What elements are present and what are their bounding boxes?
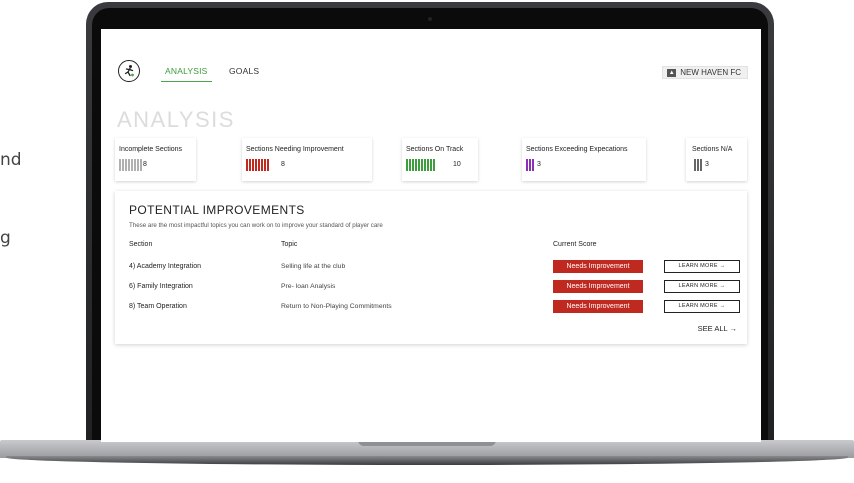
- progress-bar-segment: [694, 159, 696, 171]
- card-value: 10: [453, 161, 461, 168]
- row-topic: Return to Non-Playing Commitments: [281, 303, 392, 310]
- camera-icon: [428, 17, 432, 21]
- learn-more-button[interactable]: LEARN MORE →: [664, 300, 740, 313]
- table-row: 8) Team Operation Return to Non-Playing …: [115, 300, 747, 314]
- card-value: 3: [537, 161, 541, 168]
- page-title: ANALYSIS: [117, 107, 235, 132]
- score-badge: Needs Improvement: [553, 300, 643, 313]
- progress-bar-segment: [137, 159, 139, 171]
- potential-improvements-panel: POTENTIAL IMPROVEMENTS These are the mos…: [115, 191, 747, 344]
- card-label: Sections N/A: [692, 146, 733, 153]
- progress-bar-segment: [255, 159, 257, 171]
- score-badge: Needs Improvement: [553, 280, 643, 293]
- card-incomplete-sections[interactable]: Incomplete Sections 8: [115, 138, 196, 181]
- progress-bar-segment: [526, 159, 528, 171]
- progress-bar-segment: [264, 159, 266, 171]
- progress-bar-segment: [128, 159, 130, 171]
- laptop-base-bottom: [6, 456, 848, 465]
- column-header-current-score: Current Score: [553, 241, 597, 248]
- app-screen: ANALYSIS GOALS ▲ NEW HAVEN FC ANALYSIS I…: [101, 29, 761, 442]
- progress-bar-segment: [418, 159, 420, 171]
- progress-bars: [406, 159, 435, 171]
- score-badge: Needs Improvement: [553, 260, 643, 273]
- learn-more-button[interactable]: LEARN MORE →: [664, 280, 740, 293]
- card-sections-na[interactable]: Sections N/A 3: [686, 138, 747, 181]
- progress-bar-segment: [119, 159, 121, 171]
- card-label: Sections Needing Improvement: [246, 146, 344, 153]
- progress-bars: [526, 159, 534, 171]
- progress-bar-segment: [433, 159, 435, 171]
- progress-bar-segment: [421, 159, 423, 171]
- progress-bar-segment: [134, 159, 136, 171]
- tab-goals[interactable]: GOALS: [229, 66, 259, 76]
- progress-bar-segment: [267, 159, 269, 171]
- panel-title: POTENTIAL IMPROVEMENTS: [129, 203, 305, 217]
- progress-bar-segment: [532, 159, 534, 171]
- row-section: 6) Family Integration: [129, 283, 193, 290]
- row-section: 8) Team Operation: [129, 303, 187, 310]
- column-header-section: Section: [129, 241, 153, 248]
- progress-bar-segment: [430, 159, 432, 171]
- column-header-topic: Topic: [281, 241, 298, 248]
- see-all-link[interactable]: SEE ALL →: [698, 324, 737, 333]
- progress-bar-segment: [427, 159, 429, 171]
- club-name: NEW HAVEN FC: [680, 68, 741, 77]
- background-text-fragment: nd: [0, 150, 22, 170]
- card-label: Incomplete Sections: [119, 146, 183, 153]
- card-sections-on-track[interactable]: Sections On Track 10: [402, 138, 478, 181]
- row-topic: Selling life at the club: [281, 263, 346, 270]
- progress-bar-segment: [252, 159, 254, 171]
- progress-bar-segment: [125, 159, 127, 171]
- learn-more-button[interactable]: LEARN MORE →: [664, 260, 740, 273]
- card-label: Sections Exceeding Expecations: [526, 146, 628, 153]
- card-label: Sections On Track: [406, 146, 464, 153]
- progress-bar-segment: [529, 159, 531, 171]
- card-sections-exceeding-expectations[interactable]: Sections Exceeding Expecations 3: [522, 138, 646, 181]
- card-value: 8: [143, 161, 147, 168]
- background-text-fragment: g: [0, 228, 11, 248]
- progress-bar-segment: [424, 159, 426, 171]
- progress-bar-segment: [140, 159, 142, 171]
- progress-bar-segment: [409, 159, 411, 171]
- progress-bar-segment: [261, 159, 263, 171]
- progress-bar-segment: [258, 159, 260, 171]
- card-sections-needing-improvement[interactable]: Sections Needing Improvement 8: [242, 138, 372, 181]
- progress-bar-segment: [406, 159, 408, 171]
- progress-bar-segment: [246, 159, 248, 171]
- club-selector[interactable]: ▲ NEW HAVEN FC: [662, 66, 748, 79]
- table-row: 4) Academy Integration Selling life at t…: [115, 260, 747, 274]
- progress-bar-segment: [249, 159, 251, 171]
- chevron-up-icon: ▲: [667, 68, 677, 77]
- tab-analysis[interactable]: ANALYSIS: [161, 66, 212, 82]
- progress-bar-segment: [131, 159, 133, 171]
- card-value: 3: [705, 161, 709, 168]
- soccer-player-icon[interactable]: [118, 60, 140, 82]
- row-topic: Pre- loan Analysis: [281, 283, 336, 290]
- row-section: 4) Academy Integration: [129, 263, 201, 270]
- progress-bar-segment: [412, 159, 414, 171]
- panel-subtitle: These are the most impactful topics you …: [129, 222, 383, 229]
- card-value: 8: [281, 161, 285, 168]
- table-row: 6) Family Integration Pre- loan Analysis…: [115, 280, 747, 294]
- progress-bar-segment: [415, 159, 417, 171]
- progress-bars: [246, 159, 269, 171]
- progress-bar-segment: [697, 159, 699, 171]
- progress-bars: [694, 159, 702, 171]
- progress-bar-segment: [700, 159, 702, 171]
- progress-bars: [119, 159, 142, 171]
- progress-bar-segment: [122, 159, 124, 171]
